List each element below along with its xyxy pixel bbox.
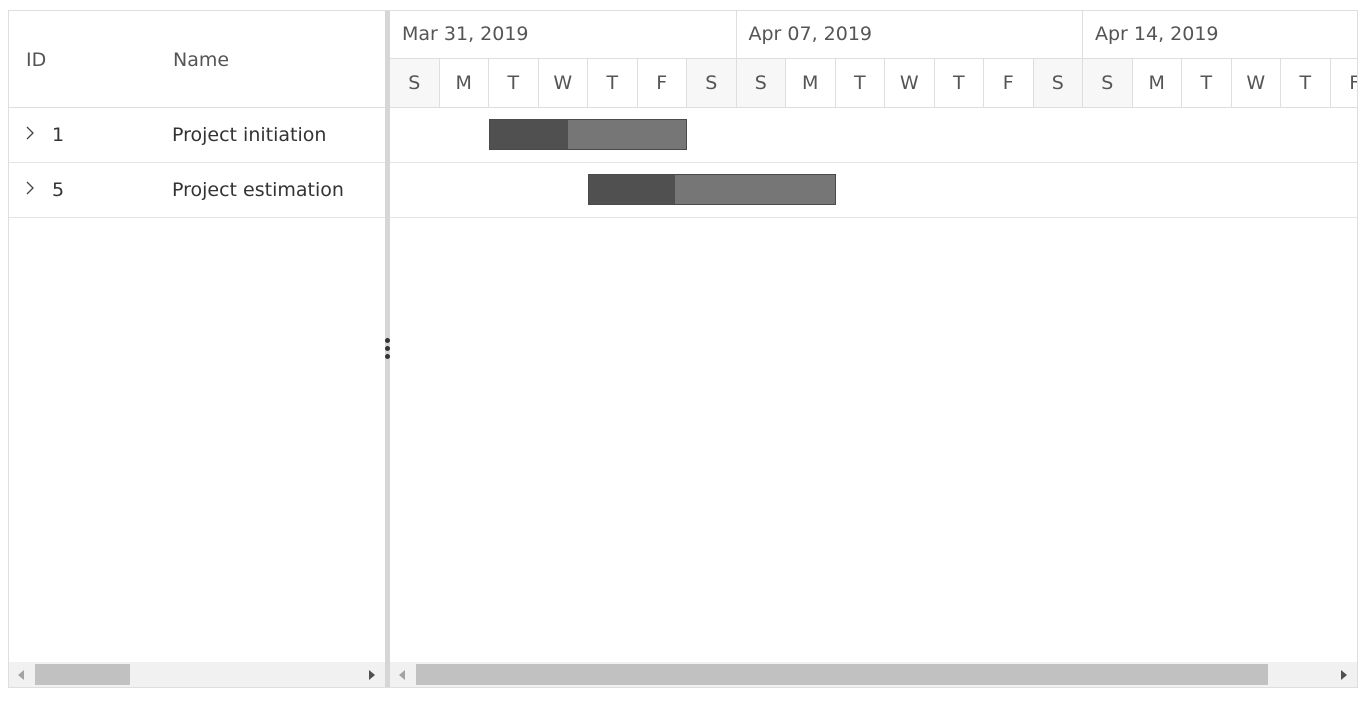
chart-horizontal-scrollbar[interactable] [390,662,1357,687]
scroll-thumb[interactable] [416,664,1268,685]
chevron-right-icon[interactable] [23,124,37,142]
task-progress [490,120,569,149]
timeline-day-cell: S [1083,59,1133,107]
task-bar[interactable] [489,119,687,150]
timeline-day-cell: F [1331,59,1357,107]
timeline-week-cell: Mar 31, 2019 [390,11,737,59]
cell-id: 5 [52,179,65,201]
table-row[interactable]: 5 Project estimation [9,163,385,218]
timeline-day-cell: T [489,59,539,107]
table-row[interactable]: 1 Project initiation [9,108,385,163]
cell-name: Project initiation [172,124,327,146]
timeline-day-cell: T [935,59,984,107]
scroll-right-icon[interactable] [1341,670,1347,680]
column-header-name[interactable]: Name [173,49,229,71]
timeline-day-cell: S [1033,59,1083,107]
timeline-day-cell: T [1182,59,1232,107]
timeline-week-cell: Apr 14, 2019 [1083,11,1357,59]
scroll-left-icon[interactable] [399,670,405,680]
timeline-day-cell: W [539,59,588,107]
timeline-day-cell: T [588,59,638,107]
gantt-chart: ID Name 1 Project initiation 5 Project e… [8,10,1358,688]
cell-name: Project estimation [172,179,344,201]
scroll-left-icon[interactable] [18,670,24,680]
timeline-day-cell: M [440,59,489,107]
chevron-right-icon[interactable] [23,179,37,197]
task-bar[interactable] [588,174,836,205]
timeline-weeks: Mar 31, 2019 Apr 07, 2019 Apr 14, 2019 [390,11,1357,59]
task-progress [589,175,675,204]
chart-row [390,163,1357,218]
timeline-day-cell: F [984,59,1034,107]
timeline-day-cell: W [885,59,935,107]
scroll-right-icon[interactable] [369,670,375,680]
timeline-day-cell: T [836,59,885,107]
timeline-day-cell: S [390,59,440,107]
timeline-day-cell: S [687,59,737,107]
task-grid: ID Name 1 Project initiation 5 Project e… [9,11,385,687]
cell-id: 1 [52,124,65,146]
timeline-day-cell: F [638,59,687,107]
timeline-day-cell: S [736,59,786,107]
column-header-id[interactable]: ID [26,49,46,71]
grid-horizontal-scrollbar[interactable] [9,662,385,687]
timeline-day-cell: M [786,59,836,107]
timeline-week-cell: Apr 07, 2019 [737,11,1083,59]
chart-row [390,108,1357,163]
timeline-day-cell: W [1232,59,1281,107]
scroll-thumb[interactable] [35,664,130,685]
timeline-days: SMTWTFSSMTWTFSSMTWTF [390,59,1357,108]
timeline-day-cell: M [1133,59,1182,107]
timeline-day-cell: T [1281,59,1331,107]
grid-header: ID Name [9,11,385,108]
chart-pane: Mar 31, 2019 Apr 07, 2019 Apr 14, 2019 SMT… [390,11,1357,687]
